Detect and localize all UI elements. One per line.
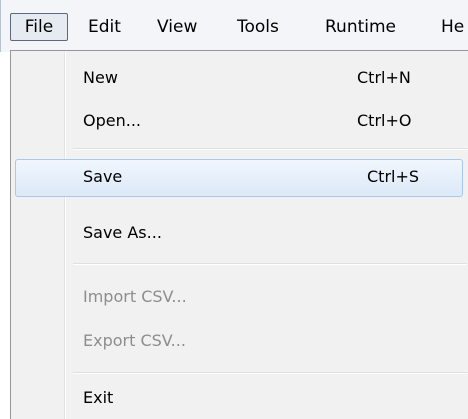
menu-item-import-csv: Import CSV... xyxy=(15,279,467,317)
menu-runtime[interactable]: Runtime xyxy=(325,14,396,40)
menu-item-label: Import CSV... xyxy=(83,287,187,306)
file-menu-dropdown: New Ctrl+N Open... Ctrl+O Save Ctrl+S Sa… xyxy=(10,50,468,419)
menu-item-label: Exit xyxy=(83,388,114,407)
menu-item-label: Export CSV... xyxy=(83,331,186,350)
menu-item-exit[interactable]: Exit xyxy=(15,380,467,418)
menu-view[interactable]: View xyxy=(157,14,197,40)
application-window: File Edit View Tools Runtime He New Ctrl… xyxy=(0,0,468,419)
menu-tools[interactable]: Tools xyxy=(237,14,279,40)
menu-item-shortcut: Ctrl+O xyxy=(357,111,412,130)
menu-separator xyxy=(73,372,467,374)
menu-item-save-as[interactable]: Save As... xyxy=(15,215,467,253)
menu-item-save[interactable]: Save Ctrl+S xyxy=(15,159,463,197)
menu-file[interactable]: File xyxy=(10,13,68,41)
menu-help[interactable]: He xyxy=(441,14,464,40)
menu-item-label: Save xyxy=(83,167,123,186)
menu-item-new[interactable]: New Ctrl+N xyxy=(15,60,467,98)
menu-item-label: Save As... xyxy=(83,223,162,242)
menu-bar: File Edit View Tools Runtime He xyxy=(0,0,468,52)
menu-item-shortcut: Ctrl+N xyxy=(357,68,411,87)
menu-item-export-csv: Export CSV... xyxy=(15,323,467,361)
menu-edit[interactable]: Edit xyxy=(88,14,121,40)
menu-item-label: New xyxy=(83,68,118,87)
menu-item-label: Open... xyxy=(83,111,141,130)
menu-separator xyxy=(73,263,467,265)
menu-item-open[interactable]: Open... Ctrl+O xyxy=(15,103,467,141)
menu-separator xyxy=(73,148,467,150)
menu-item-shortcut: Ctrl+S xyxy=(367,167,420,186)
